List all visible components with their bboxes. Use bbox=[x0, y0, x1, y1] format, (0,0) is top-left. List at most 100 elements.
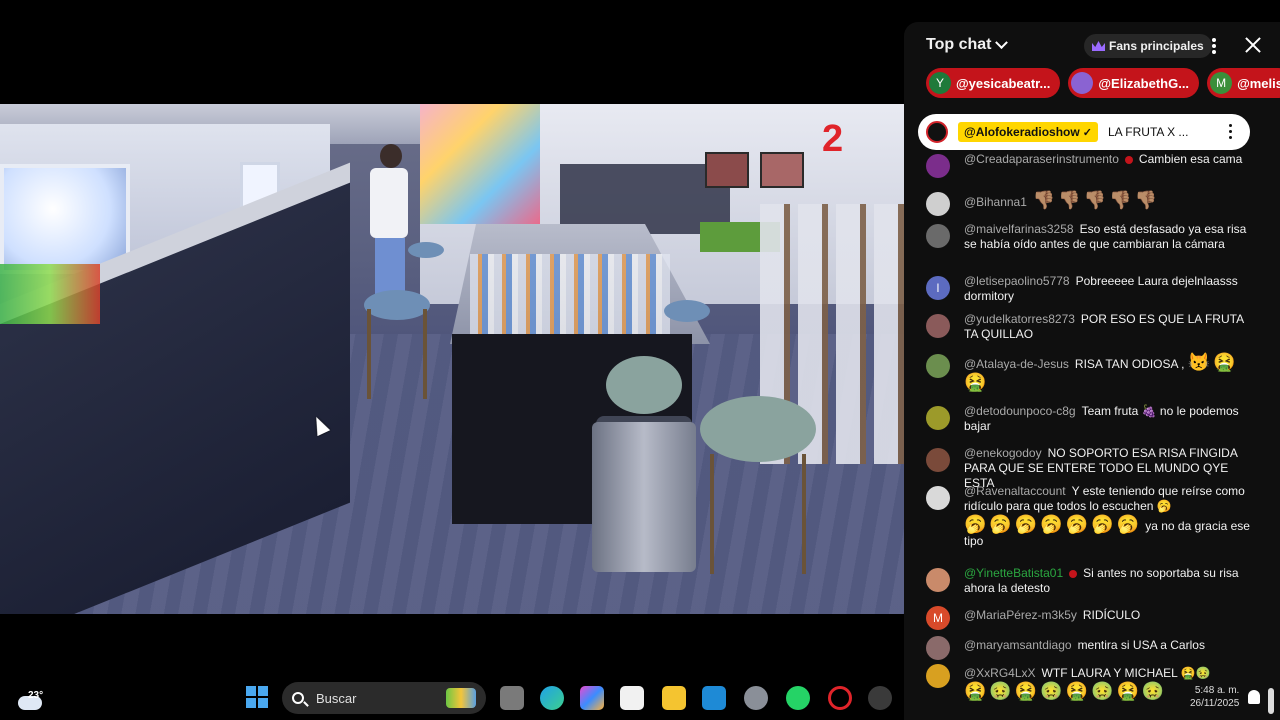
search-highlight-icon bbox=[446, 688, 476, 708]
scene-stool-legs bbox=[710, 454, 806, 574]
settings-gear-icon[interactable] bbox=[744, 686, 768, 710]
message-emoji: 🤮🤢🤮🤢🤮🤢🤮🤢 bbox=[964, 681, 1168, 701]
scene-picture-frame bbox=[760, 152, 804, 188]
scene-bottles bbox=[470, 254, 670, 334]
clock-date: 26/11/2025 bbox=[1190, 698, 1240, 709]
taskbar: 23° Buscar bbox=[0, 676, 904, 720]
file-explorer-icon[interactable] bbox=[662, 686, 686, 710]
scene-number-badge: 2 bbox=[822, 118, 844, 160]
avatar bbox=[926, 636, 950, 660]
close-icon[interactable] bbox=[1244, 36, 1262, 54]
avatar: M bbox=[1210, 72, 1233, 94]
message-text: WTF LAURA Y MICHAEL 🤮🤢 bbox=[1041, 666, 1211, 680]
search-icon bbox=[292, 692, 304, 704]
system-clock[interactable]: 5:48 a. m. 26/11/2025 bbox=[1190, 684, 1239, 710]
member-badge-icon bbox=[1124, 155, 1133, 164]
scene-stool bbox=[664, 300, 710, 322]
clock-app-icon[interactable] bbox=[868, 686, 892, 710]
donor-chip[interactable]: M @melis bbox=[1207, 68, 1280, 98]
screen: 2 Top chat Fans principales Y @yesicabea… bbox=[0, 0, 1280, 720]
avatar bbox=[926, 664, 950, 688]
chat-header: Top chat Fans principales bbox=[904, 22, 1280, 68]
avatar bbox=[926, 224, 950, 248]
message-author[interactable]: @Creadaparaserinstrumento bbox=[964, 152, 1119, 166]
member-badge-icon bbox=[1069, 569, 1078, 578]
pinned-menu-icon[interactable] bbox=[1229, 124, 1232, 139]
avatar: Y bbox=[929, 72, 951, 94]
scene-produce bbox=[0, 264, 100, 324]
live-chat-panel: Top chat Fans principales Y @yesicabeatr… bbox=[904, 22, 1280, 720]
notification-bell-icon[interactable] bbox=[1248, 690, 1260, 704]
crown-icon bbox=[1092, 41, 1105, 51]
top-fans-label: Fans principales bbox=[1109, 39, 1204, 53]
task-view-icon[interactable] bbox=[500, 686, 524, 710]
message-author[interactable]: @maryamsantdiago bbox=[964, 638, 1072, 652]
scene-stool-legs bbox=[367, 309, 427, 399]
taskbar-search[interactable]: Buscar bbox=[282, 682, 486, 714]
avatar bbox=[926, 314, 950, 338]
scene-trash-can bbox=[592, 422, 696, 572]
temperature: 23° bbox=[28, 690, 44, 701]
donor-chip[interactable]: Y @yesicabeatr... bbox=[926, 68, 1061, 98]
store-icon[interactable] bbox=[620, 686, 644, 710]
avatar: l bbox=[926, 276, 950, 300]
avatar bbox=[926, 406, 950, 430]
donor-ticker: Y @yesicabeatr... @ElizabethG... M @meli… bbox=[926, 68, 1280, 98]
avatar bbox=[926, 354, 950, 378]
clock-time: 5:48 a. m. bbox=[1194, 685, 1240, 696]
message-text: RISA TAN ODIOSA , bbox=[1074, 357, 1185, 371]
message-author[interactable]: @MariaPérez-m3k5y bbox=[964, 608, 1077, 622]
message-author[interactable]: @YinetteBatista01 bbox=[964, 566, 1063, 580]
message-author[interactable]: @Bihanna1 bbox=[964, 195, 1027, 209]
scene-person bbox=[365, 144, 415, 294]
message-text: RIDÍCULO bbox=[1082, 608, 1141, 622]
avatar bbox=[1071, 72, 1094, 94]
message-author[interactable]: @yudelkatorres8273 bbox=[964, 312, 1075, 326]
avatar bbox=[926, 486, 950, 510]
message-author[interactable]: @detodounpoco-c8g bbox=[964, 404, 1076, 418]
donor-name: @melis bbox=[1237, 75, 1280, 91]
video-frame[interactable]: 2 bbox=[0, 104, 904, 614]
message-author[interactable]: @Ravenaltaccount bbox=[964, 484, 1066, 498]
chat-scrollbar[interactable] bbox=[1268, 688, 1274, 714]
channel-logo-icon bbox=[926, 121, 948, 143]
weather-widget[interactable]: 23° bbox=[14, 684, 54, 714]
chat-mode-selector[interactable]: Top chat bbox=[926, 36, 991, 54]
message-author[interactable]: @maivelfarinas3258 bbox=[964, 222, 1074, 236]
avatar: M bbox=[926, 606, 950, 630]
message-author[interactable]: @XxRG4LxX bbox=[964, 666, 1036, 680]
copilot-icon[interactable] bbox=[580, 686, 604, 710]
donor-chip[interactable]: @ElizabethG... bbox=[1068, 68, 1200, 98]
more-options-icon[interactable] bbox=[1212, 38, 1216, 54]
scene-stool bbox=[408, 242, 444, 258]
opera-icon[interactable] bbox=[828, 686, 852, 710]
edge-browser-icon[interactable] bbox=[540, 686, 564, 710]
pinned-text: LA FRUTA X ... bbox=[1107, 125, 1189, 139]
video-player[interactable]: 2 bbox=[0, 0, 904, 680]
chevron-down-icon[interactable] bbox=[995, 35, 1009, 49]
pinned-message[interactable]: @Alofokeradioshow ✓ LA FRUTA X ... bbox=[918, 114, 1250, 150]
message-emoji: 🥱🥱🥱🥱🥱🥱🥱 bbox=[964, 514, 1142, 534]
top-fans-button[interactable]: Fans principales bbox=[1084, 34, 1212, 58]
scene-window bbox=[0, 164, 130, 274]
message-author[interactable]: @enekogodoy bbox=[964, 446, 1042, 460]
avatar bbox=[926, 568, 950, 592]
donor-name: @ElizabethG... bbox=[1098, 75, 1190, 91]
scene-stool bbox=[700, 396, 816, 462]
whatsapp-icon[interactable] bbox=[786, 686, 810, 710]
pinned-author: @Alofokeradioshow ✓ bbox=[958, 122, 1098, 142]
message-author[interactable]: @Atalaya-de-Jesus bbox=[964, 357, 1069, 371]
avatar bbox=[926, 192, 950, 216]
avatar bbox=[926, 154, 950, 178]
app-icon[interactable] bbox=[702, 686, 726, 710]
start-button[interactable] bbox=[246, 686, 268, 708]
message-emoji: 👎🏽👎🏽👎🏽👎🏽👎🏽 bbox=[1032, 190, 1160, 210]
message-text: Cambien esa cama bbox=[1138, 152, 1243, 166]
scene-picture-frame bbox=[705, 152, 749, 188]
scene-poster bbox=[420, 104, 540, 224]
avatar bbox=[926, 448, 950, 472]
verified-check-icon: ✓ bbox=[1082, 127, 1092, 139]
message-text: mentira si USA a Carlos bbox=[1077, 638, 1205, 652]
message-author[interactable]: @letisepaolino5778 bbox=[964, 274, 1070, 288]
search-placeholder: Buscar bbox=[316, 690, 357, 706]
